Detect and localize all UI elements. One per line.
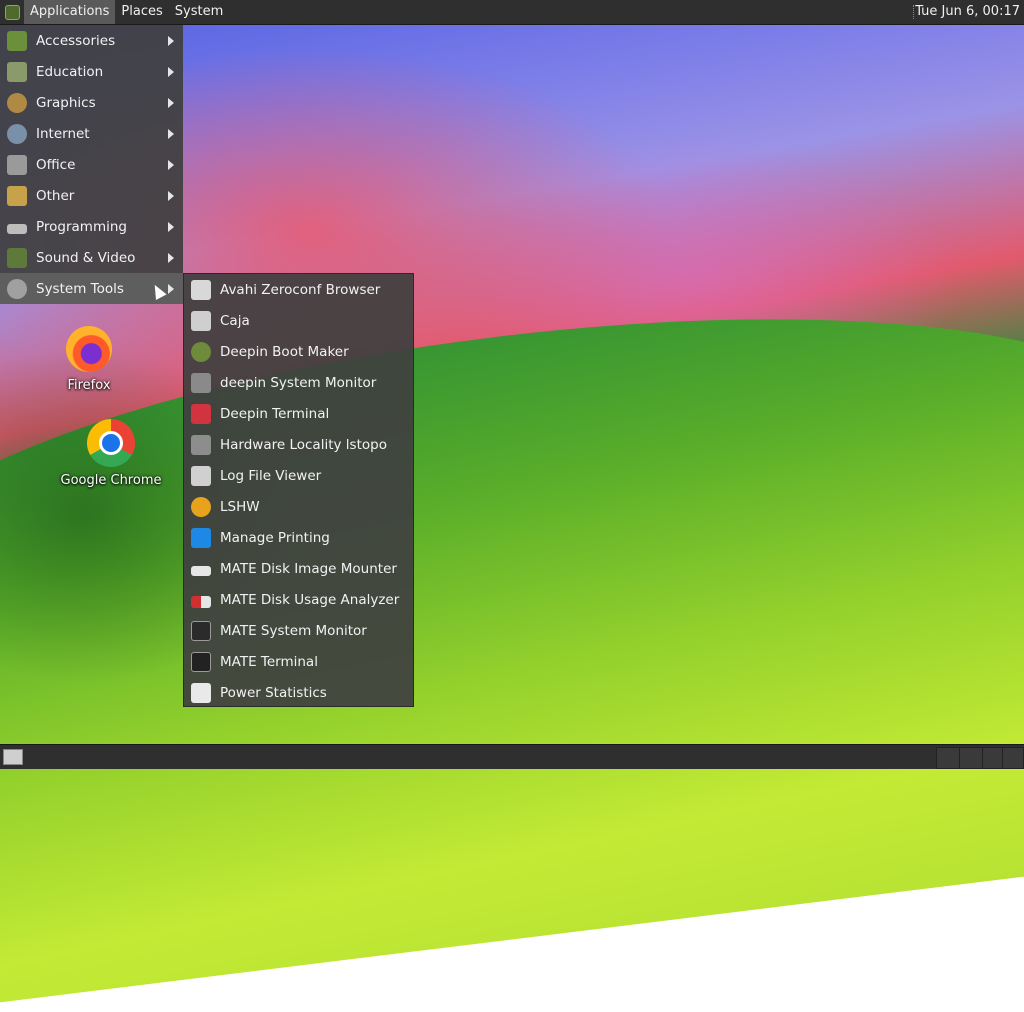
submenu-item-label: MATE Disk Image Mounter (220, 560, 397, 577)
log-viewer-icon (191, 465, 211, 486)
office-icon (7, 154, 27, 175)
menu-item-graphics[interactable]: Graphics (0, 87, 183, 118)
submenu-arrow-icon (168, 97, 174, 108)
submenu-item-power-statistics[interactable]: Power Statistics (184, 677, 413, 708)
menu-item-label: Sound & Video (36, 249, 136, 266)
submenu-arrow-icon (168, 66, 174, 77)
submenu-item-deepin-terminal[interactable]: Deepin Terminal (184, 398, 413, 429)
menu-item-office[interactable]: Office (0, 149, 183, 180)
menu-item-label: System Tools (36, 280, 124, 297)
chrome-icon (87, 419, 135, 467)
lstopo-icon (191, 434, 211, 455)
system-tools-icon (7, 278, 27, 299)
submenu-arrow-icon (168, 128, 174, 139)
system-monitor-icon (191, 620, 211, 641)
submenu-item-caja[interactable]: Caja (184, 305, 413, 336)
submenu-item-label: Deepin Boot Maker (220, 343, 349, 360)
lshw-icon (191, 496, 211, 517)
submenu-item-system-monitor[interactable]: MATE System Monitor (184, 615, 413, 646)
caja-icon (191, 310, 211, 331)
submenu-item-log-file-viewer[interactable]: Log File Viewer (184, 460, 413, 491)
submenu-arrow-icon (168, 35, 174, 46)
deepin-system-monitor-icon (191, 372, 211, 393)
submenu-item-disk-image-mounter[interactable]: MATE Disk Image Mounter (184, 553, 413, 584)
desktop-icon-google-chrome[interactable]: Google Chrome (56, 419, 166, 488)
submenu-item-label: Log File Viewer (220, 467, 322, 484)
submenu-item-lshw[interactable]: LSHW (184, 491, 413, 522)
clock[interactable]: Tue Jun 6, 00:17 (907, 0, 1024, 24)
submenu-item-mate-terminal[interactable]: MATE Terminal (184, 646, 413, 677)
other-icon (7, 185, 27, 206)
system-menu-button[interactable]: System (169, 0, 229, 24)
menu-item-label: Accessories (36, 32, 116, 49)
menu-item-programming[interactable]: Programming (0, 211, 183, 242)
submenu-item-disk-usage-analyzer[interactable]: MATE Disk Usage Analyzer (184, 584, 413, 615)
submenu-item-label: Deepin Terminal (220, 405, 330, 422)
submenu-item-label: Power Statistics (220, 684, 327, 701)
internet-icon (7, 123, 27, 144)
avahi-icon (191, 279, 211, 300)
workspace-4[interactable] (1002, 747, 1024, 769)
desktop-icon-firefox[interactable]: Firefox (58, 326, 120, 393)
workspace-1[interactable] (936, 747, 960, 769)
menu-item-label: Programming (36, 218, 127, 235)
deepin-boot-maker-icon (191, 341, 211, 362)
power-stats-icon (191, 682, 211, 703)
submenu-item-label: MATE System Monitor (220, 622, 367, 639)
menu-item-sound-video[interactable]: Sound & Video (0, 242, 183, 273)
submenu-item-label: Manage Printing (220, 529, 330, 546)
submenu-item-label: Avahi Zeroconf Browser (220, 281, 381, 298)
submenu-item-manage-printing[interactable]: Manage Printing (184, 522, 413, 553)
deepin-terminal-icon (191, 403, 211, 424)
disk-usage-icon (191, 595, 211, 608)
bottom-panel (0, 744, 1024, 769)
education-icon (7, 61, 27, 82)
submenu-arrow-icon (168, 221, 174, 232)
submenu-item-deepin-boot-maker[interactable]: Deepin Boot Maker (184, 336, 413, 367)
submenu-item-deepin-system-monitor[interactable]: deepin System Monitor (184, 367, 413, 398)
sound-video-icon (7, 247, 27, 268)
submenu-item-label: Hardware Locality lstopo (220, 436, 387, 453)
applications-menu: Accessories Education Graphics Internet … (0, 25, 183, 304)
top-panel: Applications Places System Tue Jun 6, 00… (0, 0, 1024, 25)
menu-item-label: Office (36, 156, 76, 173)
submenu-item-label: deepin System Monitor (220, 374, 377, 391)
submenu-item-label: MATE Disk Usage Analyzer (220, 591, 400, 608)
workspace-2[interactable] (959, 747, 983, 769)
submenu-arrow-icon (168, 252, 174, 263)
programming-icon (7, 223, 27, 234)
show-desktop-icon[interactable] (3, 749, 23, 765)
submenu-arrow-icon (168, 190, 174, 201)
terminal-icon (191, 651, 211, 672)
desktop-icon-label: Google Chrome (60, 473, 162, 488)
menu-item-accessories[interactable]: Accessories (0, 25, 183, 56)
menu-item-education[interactable]: Education (0, 56, 183, 87)
desktop-icon-label: Firefox (67, 378, 111, 393)
places-menu-button[interactable]: Places (115, 0, 168, 24)
menu-item-label: Internet (36, 125, 90, 142)
submenu-item-avahi[interactable]: Avahi Zeroconf Browser (184, 274, 413, 305)
printing-icon (191, 527, 211, 548)
mate-logo-icon[interactable] (0, 0, 24, 24)
submenu-item-label: Caja (220, 312, 250, 329)
menu-item-other[interactable]: Other (0, 180, 183, 211)
graphics-icon (7, 92, 27, 113)
menu-item-label: Education (36, 63, 104, 80)
menu-item-label: Other (36, 187, 75, 204)
menu-item-label: Graphics (36, 94, 96, 111)
accessories-icon (7, 30, 27, 51)
system-tools-submenu: Avahi Zeroconf Browser Caja Deepin Boot … (183, 273, 414, 707)
submenu-arrow-icon (168, 159, 174, 170)
disk-mounter-icon (191, 565, 211, 576)
submenu-item-label: MATE Terminal (220, 653, 318, 670)
applications-menu-button[interactable]: Applications (24, 0, 116, 24)
submenu-item-label: LSHW (220, 498, 260, 515)
menu-item-internet[interactable]: Internet (0, 118, 183, 149)
submenu-arrow-icon (168, 283, 174, 294)
firefox-icon (66, 326, 112, 372)
submenu-item-lstopo[interactable]: Hardware Locality lstopo (184, 429, 413, 460)
